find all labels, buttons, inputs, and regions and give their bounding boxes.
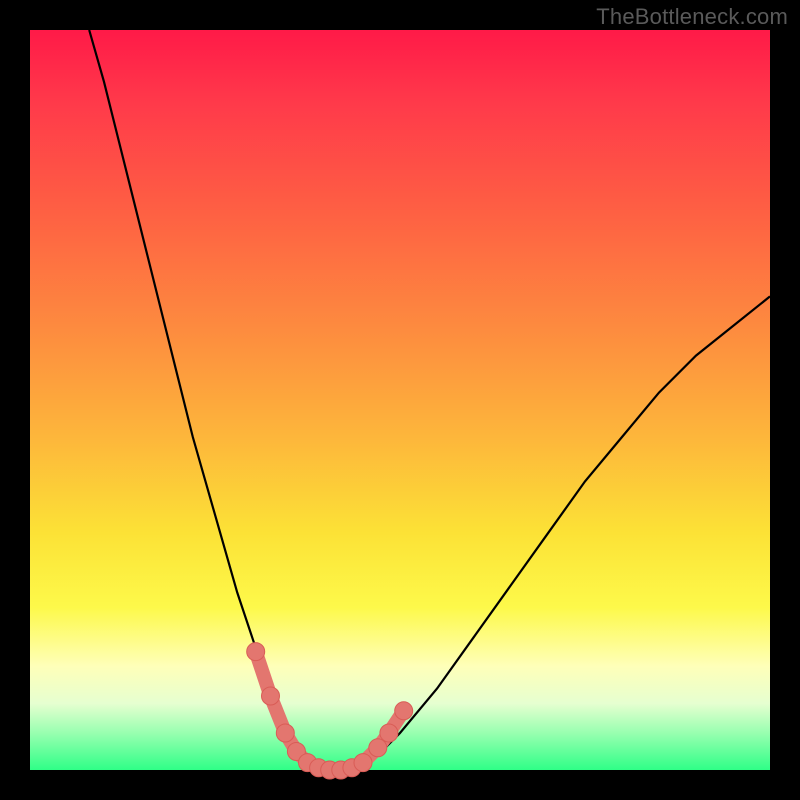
marker-dot [247,643,265,661]
bottleneck-curve [89,30,770,770]
marker-dot [354,754,372,772]
outer-frame: TheBottleneck.com [0,0,800,800]
marker-dot [380,724,398,742]
marker-dot [276,724,294,742]
attribution-text: TheBottleneck.com [596,4,788,30]
bottleneck-chart [30,30,770,770]
curve-markers [247,643,413,779]
marker-dot [395,702,413,720]
plot-area [30,30,770,770]
marker-dot [369,739,387,757]
marker-dot [262,687,280,705]
